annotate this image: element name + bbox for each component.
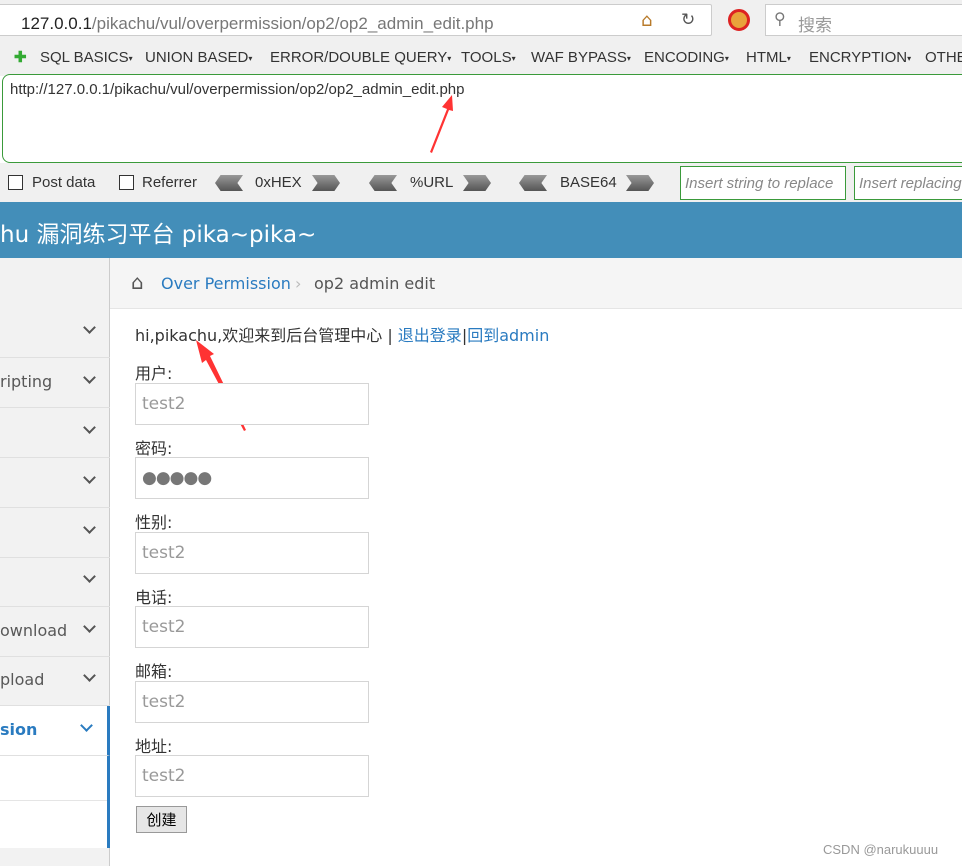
email-input[interactable]: test2 xyxy=(135,681,369,723)
hex-decode-icon[interactable] xyxy=(215,175,243,191)
hackbar-menu: ✚ SQL BASICS UNION BASED ERROR/DOUBLE QU… xyxy=(0,40,962,76)
address-label: 地址: xyxy=(135,737,173,756)
sidebar-item-over-permission[interactable]: sion xyxy=(0,706,110,756)
username-label: 用户: xyxy=(135,364,173,383)
base64-label: BASE64 xyxy=(560,174,617,191)
phone-label: 电话: xyxy=(135,588,173,607)
sidebar-item[interactable] xyxy=(0,458,110,508)
breadcrumb-parent-link[interactable]: Over Permission xyxy=(161,274,291,293)
sex-label: 性别: xyxy=(135,513,173,532)
url-encode-icon[interactable] xyxy=(463,175,491,191)
welcome-text: hi,pikachu,欢迎来到后台管理中心 | xyxy=(135,326,398,345)
submenu xyxy=(0,756,110,848)
addon-block-icon[interactable] xyxy=(728,9,750,31)
breadcrumb-separator: › xyxy=(295,274,302,293)
password-input[interactable]: ●●●●● xyxy=(135,457,369,499)
search-icon: ⚲ xyxy=(774,9,786,28)
base64-decode-icon[interactable] xyxy=(519,175,547,191)
address-input-field[interactable]: test2 xyxy=(135,755,369,797)
hex-label: 0xHEX xyxy=(255,174,302,191)
insert-string-input[interactable]: Insert string to replace xyxy=(680,166,846,200)
url-label: %URL xyxy=(410,174,454,191)
chevron-down-icon xyxy=(83,521,96,534)
hackbar-url-textarea[interactable]: http://127.0.0.1/pikachu/vul/overpermiss… xyxy=(2,74,962,163)
hackbar-options: Post data Referrer 0xHEX %URL BASE64 Ins… xyxy=(0,163,962,202)
menu-error-double-query[interactable]: ERROR/DOUBLE QUERY xyxy=(270,49,451,66)
sidebar-item[interactable] xyxy=(0,508,110,558)
sex-input[interactable]: test2 xyxy=(135,532,369,574)
password-label: 密码: xyxy=(135,439,173,458)
chevron-down-icon xyxy=(83,421,96,434)
username-input[interactable]: test2 xyxy=(135,383,369,425)
chevron-down-icon xyxy=(83,669,96,682)
chevron-down-icon xyxy=(83,570,96,583)
menu-sql-basics[interactable]: SQL BASICS xyxy=(40,49,133,66)
menu-encoding[interactable]: ENCODING xyxy=(644,49,729,66)
breadcrumb: ⌂ Over Permission › op2 admin edit xyxy=(110,258,962,309)
back-to-admin-link[interactable]: 回到admin xyxy=(467,326,549,345)
chevron-down-icon xyxy=(83,321,96,334)
url-decode-icon[interactable] xyxy=(369,175,397,191)
sidebar-item[interactable] xyxy=(0,408,110,458)
annotation-arrow-1 xyxy=(430,95,453,153)
base64-encode-icon[interactable] xyxy=(626,175,654,191)
browser-url-bar: 127.0.0.1/pikachu/vul/overpermission/op2… xyxy=(0,0,962,40)
post-data-label: Post data xyxy=(32,174,96,191)
hex-encode-icon[interactable] xyxy=(312,175,340,191)
home-icon[interactable]: ⌂ xyxy=(641,10,652,31)
sidebar-item-label: pload xyxy=(0,670,45,689)
chevron-down-icon xyxy=(83,620,96,633)
insert-replacing-input[interactable]: Insert replacing string xyxy=(854,166,962,200)
watermark: CSDN @narukuuuu xyxy=(823,842,939,857)
chevron-down-icon xyxy=(83,371,96,384)
url-path: /pikachu/vul/overpermission/op2/op2_admi… xyxy=(91,14,494,33)
site-title: hu 漏洞练习平台 pika~pika~ xyxy=(0,222,317,248)
plus-icon[interactable]: ✚ xyxy=(14,48,27,66)
sidebar-item[interactable] xyxy=(0,557,110,607)
chevron-down-icon xyxy=(83,471,96,484)
chevron-down-icon xyxy=(80,719,93,732)
logout-link[interactable]: 退出登录 xyxy=(398,326,462,345)
menu-encryption[interactable]: ENCRYPTION xyxy=(809,49,911,66)
submit-button[interactable]: 创建 xyxy=(136,806,187,833)
menu-html[interactable]: HTML xyxy=(746,49,791,66)
site-header: hu 漏洞练习平台 pika~pika~ xyxy=(0,202,962,258)
home-icon[interactable]: ⌂ xyxy=(131,270,144,294)
menu-tools[interactable]: TOOLS xyxy=(461,49,516,66)
sidebar-item-label: sion xyxy=(0,720,38,739)
menu-waf-bypass[interactable]: WAF BYPASS xyxy=(531,49,631,66)
search-placeholder: 搜索 xyxy=(798,16,832,36)
menu-other[interactable]: OTHE xyxy=(925,49,962,66)
referrer-checkbox[interactable] xyxy=(119,175,134,190)
sidebar-item-label: ownload xyxy=(0,621,68,640)
submenu-item[interactable] xyxy=(0,756,107,801)
sidebar-item-label: ripting xyxy=(0,372,53,391)
sidebar-item-file-upload[interactable]: pload xyxy=(0,656,110,706)
phone-input[interactable]: test2 xyxy=(135,606,369,648)
url-value: http://127.0.0.1/pikachu/vul/overpermiss… xyxy=(10,81,465,98)
sidebar-item-xss[interactable]: ripting xyxy=(0,358,110,408)
menu-union-based[interactable]: UNION BASED xyxy=(145,49,252,66)
sidebar: ripting ownload pload sion xyxy=(0,258,110,866)
referrer-label: Referrer xyxy=(142,174,198,191)
url-host: 127.0.0.1 xyxy=(21,14,92,33)
sidebar-item[interactable] xyxy=(0,308,110,358)
email-label: 邮箱: xyxy=(135,662,173,681)
address-input[interactable]: 127.0.0.1/pikachu/vul/overpermission/op2… xyxy=(0,4,712,36)
sidebar-item-file-download[interactable]: ownload xyxy=(0,607,110,657)
breadcrumb-current: op2 admin edit xyxy=(314,274,436,293)
reload-icon[interactable]: ↻ xyxy=(681,10,695,30)
search-input[interactable]: ⚲ 搜索 xyxy=(765,4,962,36)
post-data-checkbox[interactable] xyxy=(8,175,23,190)
address-text: 127.0.0.1/pikachu/vul/overpermission/op2… xyxy=(21,14,494,34)
